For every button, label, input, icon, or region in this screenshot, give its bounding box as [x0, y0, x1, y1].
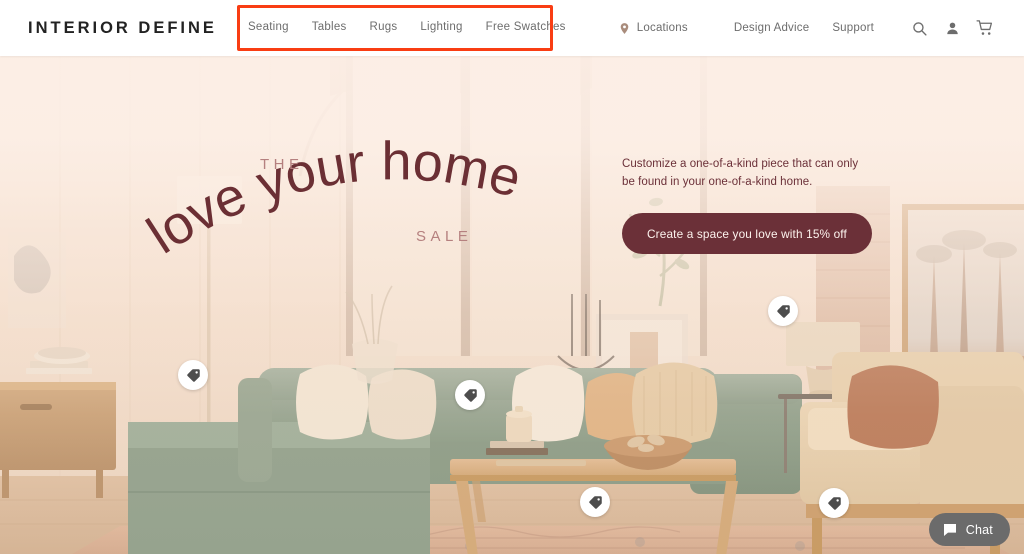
util-design-advice[interactable]: Design Advice	[734, 22, 809, 34]
living-room-photo	[0, 56, 1024, 554]
nav-lighting[interactable]: Lighting	[420, 21, 462, 33]
headline-arc-text: love your home	[137, 131, 528, 265]
hero-scene-image	[0, 56, 1024, 554]
account-icon	[946, 22, 958, 34]
util-support[interactable]: Support	[832, 22, 874, 34]
price-tag-icon	[186, 368, 200, 382]
chat-widget-button[interactable]: Chat	[928, 513, 1010, 546]
page-root: love your home THE SALE Customize a one-…	[0, 0, 1024, 554]
canister	[506, 406, 532, 442]
locations-group[interactable]: Locations	[618, 22, 711, 35]
cart-icon	[976, 20, 993, 35]
price-tag-icon	[588, 495, 602, 509]
tag-marker-table-lamp[interactable]	[768, 296, 798, 326]
hero-copy-block: Customize a one-of-a-kind piece that can…	[622, 156, 872, 254]
tag-marker-credenza-lamp[interactable]	[178, 360, 208, 390]
price-tag-icon	[827, 496, 841, 510]
location-pin-icon	[620, 22, 629, 34]
search-icon	[912, 21, 927, 36]
tag-marker-armchair[interactable]	[819, 488, 849, 518]
hero-headline-lockup: love your home THE SALE	[137, 131, 580, 274]
arc-headline-svg: love your home	[137, 131, 528, 265]
chat-bubble-icon	[943, 523, 956, 536]
wall-art-left	[8, 232, 66, 328]
search-button[interactable]	[908, 17, 930, 39]
price-tag-icon	[776, 304, 790, 318]
primary-navigation: Seating Tables Rugs Lighting Free Swatch…	[248, 21, 566, 33]
nav-seating[interactable]: Seating	[248, 21, 289, 33]
nav-free-swatches[interactable]: Free Swatches	[486, 21, 566, 33]
hero-subheadline: Customize a one-of-a-kind piece that can…	[622, 158, 859, 188]
tag-marker-coffee-table[interactable]	[580, 487, 610, 517]
hero-banner: love your home THE SALE Customize a one-…	[0, 56, 1024, 554]
nav-tables[interactable]: Tables	[312, 21, 347, 33]
brand-logo[interactable]: INTERIOR DEFINE	[28, 19, 217, 38]
headline-eyebrow: THE	[260, 156, 304, 173]
headline-footer: SALE	[416, 228, 473, 245]
price-tag-icon	[463, 388, 477, 402]
nav-rugs[interactable]: Rugs	[370, 21, 398, 33]
tag-marker-sectional[interactable]	[455, 380, 485, 410]
account-button[interactable]	[941, 17, 963, 39]
chat-label: Chat	[965, 522, 993, 537]
utility-navigation: Locations Design Advice Support	[618, 0, 996, 56]
site-header: INTERIOR DEFINE Seating Tables Rugs Ligh…	[0, 0, 1024, 56]
hero-cta-button[interactable]: Create a space you love with 15% off	[622, 213, 872, 254]
cart-button[interactable]	[974, 17, 996, 39]
util-locations[interactable]: Locations	[637, 22, 688, 34]
